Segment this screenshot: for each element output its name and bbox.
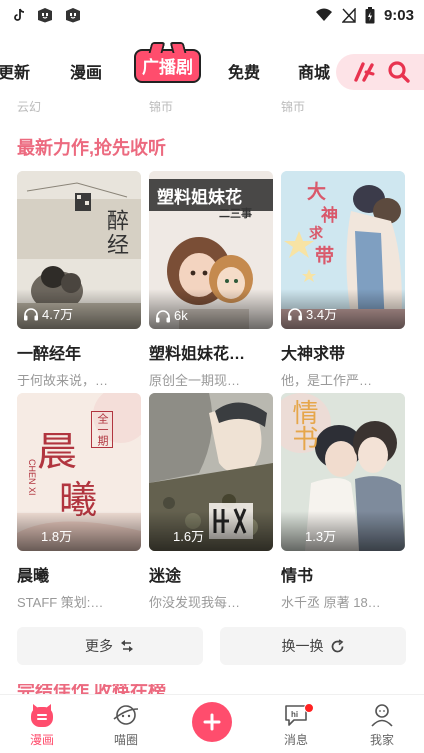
drama-card-4[interactable]: 全一期 晨 曦 CHEN XI 1.8万 晨曦 STAFF 策划:… [17,393,141,611]
play-count-value: 3.4万 [306,307,338,322]
cover-shade [149,511,273,551]
cover-shade [17,511,141,551]
play-count: 6k [155,308,188,323]
nav-label: 漫画 [29,733,54,747]
tab-audio-drama[interactable]: 广播剧 [134,49,201,83]
play-count-value: 4.7万 [42,307,74,322]
refresh-button[interactable]: 换一换 [220,627,406,665]
page: 9:03 更新 漫画 广播剧 免费 商城 云幻 锦帀 锦帀 最新力作,抢先收听 [0,0,424,753]
card-title[interactable]: 塑料姐妹花… [149,340,273,364]
tab-mall[interactable]: 商城 [298,59,330,83]
nav-tools [336,54,424,90]
remnant-text: 云幻 [17,100,42,114]
wifi-icon [315,8,332,21]
card-subtitle: 水千丞 原著 18… [281,595,381,610]
nav-comics[interactable]: 漫画 [12,701,72,748]
status-left [14,7,82,23]
top-nav: 更新 漫画 广播剧 免费 商城 [0,46,424,92]
headphones-icon [288,307,302,320]
cover-image[interactable]: 塑料姐妹花 二三事 6k [149,171,273,329]
section-title: 最新力作,抢先收听 [17,138,167,158]
cover-badge-text: 全一期 [91,411,113,448]
play-count-value: 1.6万 [173,529,205,544]
cover-shade [281,511,405,551]
status-time: 9:03 [383,6,414,24]
next-section-title: 完结佳作 收筷在榜 [17,684,197,694]
nav-label: 我家 [369,733,394,747]
next-section-text: 完结佳作 收筷在榜 [17,684,167,694]
card-title[interactable]: 晨曦 [17,562,141,586]
remnant-text: 锦帀 [149,100,174,114]
cover-calligraphy: 醉经 [103,209,128,257]
battery-charging-icon [365,6,375,23]
card-subtitle: 于何故来说，… [17,373,109,388]
more-label: 更多 [85,638,113,654]
nav-home[interactable]: 我家 [352,701,412,748]
drama-card-2[interactable]: 塑料姐妹花 二三事 6k 塑料姐妹花… 原创全一期现… [149,171,273,389]
remnant-text: 锦帀 [281,100,306,114]
tab-comics[interactable]: 漫画 [70,59,102,83]
create-button[interactable] [192,702,232,742]
cover-char-1: 大 [307,182,327,203]
cover-char-3: 求 [309,225,323,241]
cover-char-2: 神 [321,206,338,225]
headphones-icon [24,307,38,320]
play-count-value: 1.3万 [305,529,337,544]
cover-char-4: 带 [315,246,335,267]
play-count-value: 1.8万 [41,529,73,544]
nav-label: 喵圈 [113,733,138,747]
plus-icon [203,713,221,731]
play-count: 1.6万 [173,526,204,545]
card-title[interactable]: 大神求带 [281,340,405,364]
tab-updates[interactable]: 更新 [0,59,30,83]
cover-image[interactable]: 1.6万 [149,393,273,551]
package-icon [38,8,52,23]
card-subtitle: 原创全一期现… [149,373,241,388]
cover-romanization: CHEN XI [27,459,37,496]
drama-card-5[interactable]: 1.6万 迷途 你没发现我每… [149,393,273,611]
cover-subtitle-text: 二三事 [219,208,252,220]
cover-image[interactable]: 大 神 求 带 3.4万 [281,171,405,329]
profile-icon [371,704,393,727]
play-count: 4.7万 [23,304,73,323]
refresh-label: 换一换 [281,638,324,654]
play-count-value: 6k [174,308,188,323]
play-count: 1.3万 [305,526,336,545]
nav-circle[interactable]: 喵圈 [96,701,156,748]
brush-icon[interactable] [352,61,376,83]
notification-badge [304,703,314,713]
card-subtitle: 他，是工作严… [281,373,373,388]
arrows-icon [121,640,133,652]
cover-image[interactable]: 情书 1.3万 [281,393,405,551]
planet-icon [113,705,139,725]
card-title[interactable]: 一醉经年 [17,340,141,364]
status-bar: 9:03 [0,0,424,30]
package-icon [66,8,80,23]
cover-calligraphy: 情书 [288,399,318,451]
previous-row-remnants: 云幻 锦帀 锦帀 [0,98,424,114]
svg-text:hi: hi [291,710,298,719]
drama-card-3[interactable]: 大 神 求 带 3.4万 大神求带 他，是工作严… [281,171,405,389]
cover-image[interactable]: 全一期 晨 曦 CHEN XI 1.8万 [17,393,141,551]
search-icon[interactable] [387,60,411,84]
tiktok-icon [14,8,25,21]
card-title[interactable]: 情书 [281,562,405,586]
comics-nav-icon [31,704,53,727]
no-signal-icon [341,7,356,23]
drama-card-6[interactable]: 情书 1.3万 情书 水千丞 原著 18… [281,393,405,611]
headphones-icon [156,309,170,322]
card-subtitle: 你没发现我每… [149,595,241,610]
cover-image[interactable]: 醉经 4.7万 [17,171,141,329]
card-subtitle: STAFF 策划:… [17,595,104,610]
play-count: 1.8万 [41,526,72,545]
status-right: 9:03 [315,6,414,24]
card-title[interactable]: 迷途 [149,562,273,586]
nav-label: 消息 [283,733,308,747]
drama-card-1[interactable]: 醉经 4.7万 一醉经年 于何故来说，… [17,171,141,389]
tab-free[interactable]: 免费 [228,59,260,83]
more-button[interactable]: 更多 [17,627,203,665]
play-count: 3.4万 [287,304,337,323]
nav-messages[interactable]: hi 消息 [266,701,326,748]
refresh-icon [331,638,343,652]
